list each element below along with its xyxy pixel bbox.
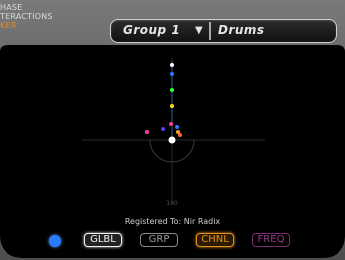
registration-text: Registered To: Nir Radix (124, 217, 221, 226)
point-blue-top (170, 72, 174, 76)
point-green (170, 88, 174, 92)
point-orange-2 (178, 133, 182, 137)
point-violet (161, 127, 165, 131)
point-pink-left (145, 130, 149, 134)
point-blue-mid (175, 125, 179, 129)
plot-center-label: 180 (166, 200, 178, 207)
tab-freq[interactable]: FREQ (252, 233, 290, 247)
point-white-center (168, 136, 176, 144)
point-white-top (170, 63, 174, 67)
tab-glbl[interactable]: GLBL (84, 233, 122, 247)
point-magenta (169, 122, 173, 126)
tab-grp[interactable]: GRP (140, 233, 178, 247)
plot-points (145, 63, 182, 144)
tab-chnl[interactable]: CHNL (196, 233, 234, 247)
mode-tabs: GLBL GRP CHNL FREQ (0, 232, 345, 250)
plot-axes (82, 58, 265, 200)
status-indicator[interactable] (49, 235, 61, 247)
point-yellow (170, 104, 174, 108)
